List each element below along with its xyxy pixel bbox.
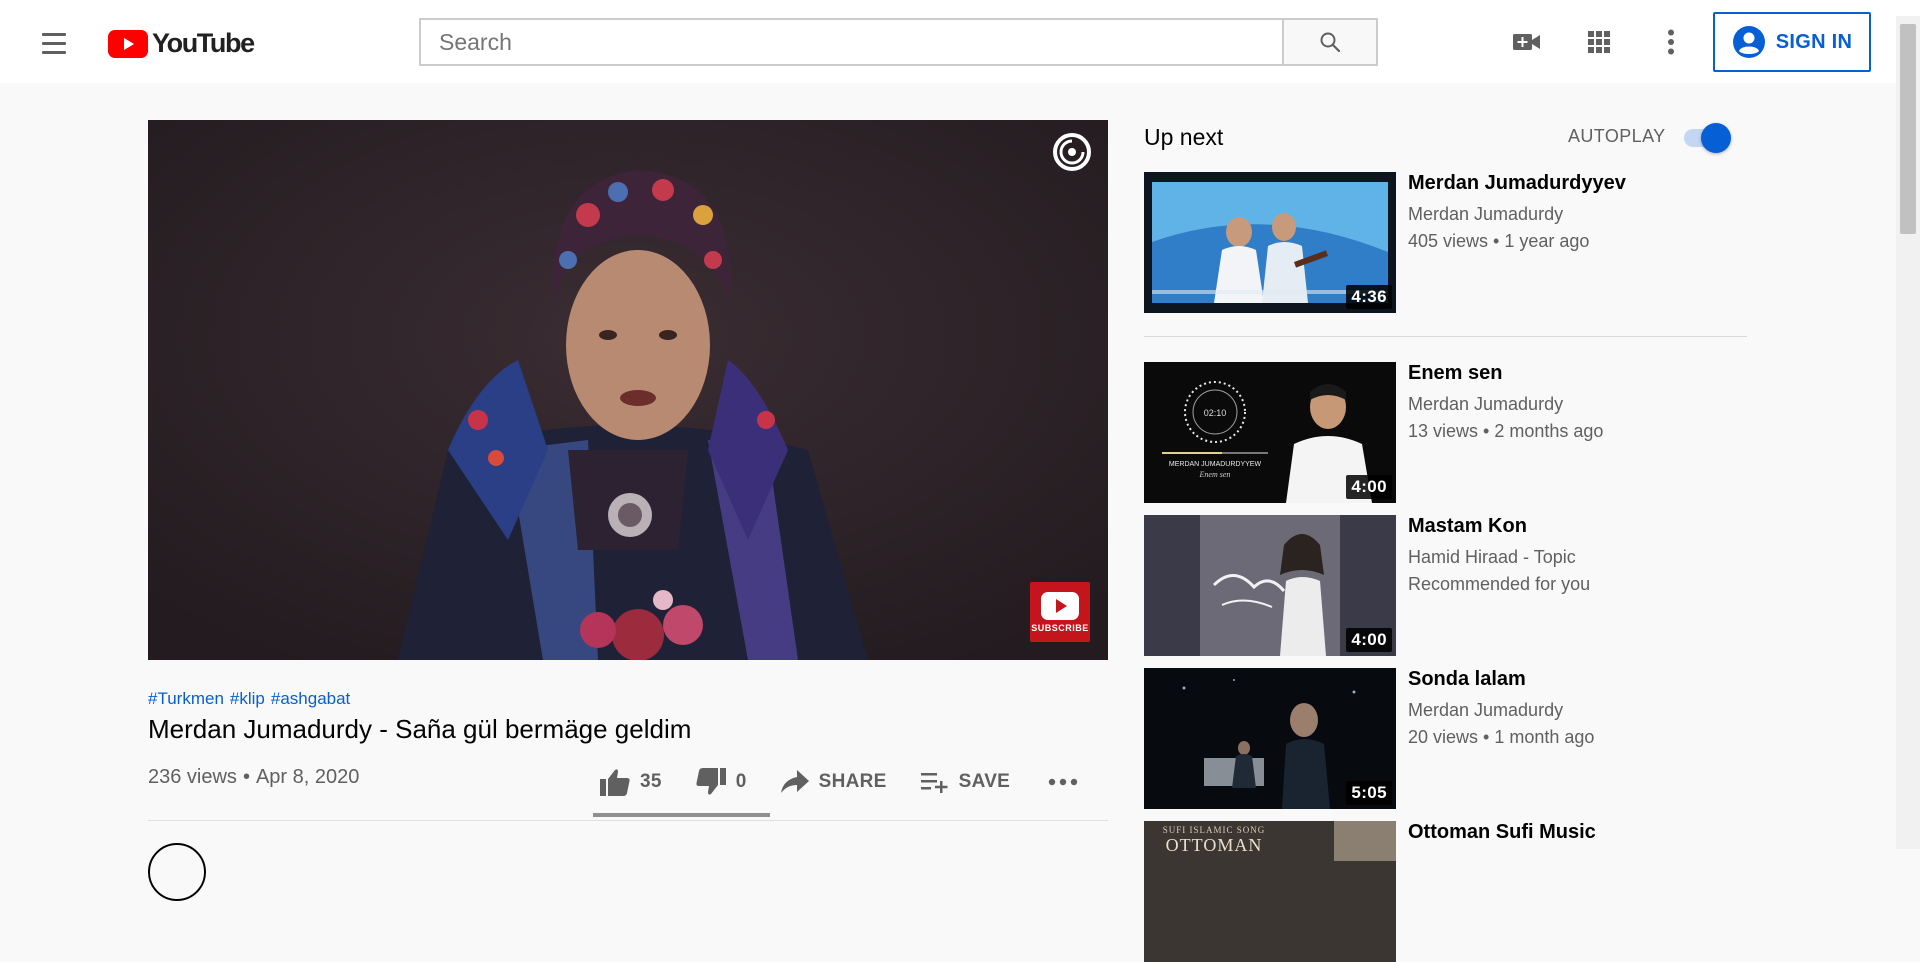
- account-circle-icon: [1732, 26, 1765, 58]
- recommended-video-title[interactable]: Sonda lalam: [1408, 668, 1526, 691]
- video-player[interactable]: [148, 120, 1108, 660]
- search-icon: [1320, 32, 1341, 53]
- subscribe-watermark-label: SUBSCRIBE: [1031, 623, 1089, 633]
- search-button[interactable]: [1282, 18, 1378, 66]
- meta-separator: •: [242, 766, 250, 788]
- video-frame-image: [148, 120, 1108, 660]
- recommended-video[interactable]: SUFI ISLAMIC SONG OTTOMAN Ottoman Sufi M…: [1144, 821, 1744, 962]
- recommended-video-meta: 20 views • 1 month ago: [1408, 727, 1595, 747]
- sentiment-bar: [593, 813, 770, 817]
- youtube-logo[interactable]: YouTube: [108, 28, 255, 59]
- recommended-video-title[interactable]: Mastam Kon: [1408, 515, 1527, 538]
- autoplay-label: AUTOPLAY: [1568, 125, 1666, 146]
- autoplay-toggle[interactable]: [1680, 123, 1731, 153]
- search-input[interactable]: [419, 18, 1282, 66]
- up-next-divider: [1144, 336, 1747, 337]
- page-scrollbar[interactable]: [1896, 16, 1920, 849]
- recommended-video-channel[interactable]: Merdan Jumadurdy: [1408, 700, 1563, 721]
- channel-avatar[interactable]: [148, 843, 206, 901]
- like-count: 35: [640, 771, 662, 792]
- video-title: Merdan Jumadurdy - Saña gül bermäge geld…: [148, 714, 692, 744]
- video-duration: 4:00: [1346, 628, 1392, 652]
- recommended-video-title[interactable]: Ottoman Sufi Music: [1408, 821, 1596, 844]
- upload-date: Apr 8, 2020: [255, 766, 360, 788]
- recommended-video-channel[interactable]: Hamid Hiraad - Topic: [1408, 547, 1576, 568]
- video-duration: 4:36: [1346, 285, 1392, 309]
- share-icon: [780, 770, 809, 793]
- scrollbar-thumb[interactable]: [1900, 24, 1916, 234]
- thumbs-up-icon: [600, 769, 630, 796]
- more-actions-button[interactable]: [1048, 778, 1078, 786]
- recommended-video[interactable]: 4:36 Merdan Jumadurdyyev Merdan Jumadurd…: [1144, 172, 1744, 313]
- video-duration: 4:00: [1346, 475, 1392, 499]
- recommended-video-title[interactable]: Merdan Jumadurdyyev: [1408, 172, 1626, 195]
- recommended-video-meta: Recommended for you: [1408, 574, 1591, 594]
- channel-branding-icon[interactable]: [1052, 132, 1092, 172]
- autoplay-control: AUTOPLAY: [1568, 123, 1731, 153]
- youtube-play-icon: [1041, 592, 1079, 620]
- youtube-play-icon: [108, 29, 148, 58]
- share-button[interactable]: SHARE: [780, 770, 887, 794]
- save-button[interactable]: SAVE: [920, 771, 1011, 793]
- thumbnail-title-text: OTTOMAN: [1166, 835, 1263, 855]
- thumbnail-song-text: Enem sen: [1199, 470, 1231, 479]
- thumbnail-timer-text: 02:10: [1204, 408, 1227, 418]
- hashtag-list: #Turkmen #klip #ashgabat: [148, 689, 350, 709]
- video-duration: 5:05: [1346, 781, 1392, 805]
- share-label: SHARE: [818, 771, 887, 792]
- video-meta: 236 views • Apr 8, 2020: [148, 766, 359, 789]
- logo-text: YouTube: [152, 28, 255, 58]
- like-button[interactable]: 35: [600, 768, 662, 796]
- up-next-heading: Up next: [1144, 124, 1224, 150]
- playlist-add-icon: [920, 773, 948, 793]
- subscribe-watermark-button[interactable]: SUBSCRIBE: [1030, 582, 1090, 642]
- apps-grid-icon: [1588, 31, 1610, 53]
- video-thumbnail[interactable]: 02:10 MERDAN JUMADURDYYEW Enem sen 4:00: [1144, 362, 1396, 503]
- recommended-video-meta: 13 views • 2 months ago: [1408, 421, 1604, 441]
- recommended-video[interactable]: 5:05 Sonda lalam Merdan Jumadurdy 20 vie…: [1144, 668, 1744, 809]
- hashtag-link[interactable]: #klip: [230, 689, 265, 709]
- video-thumbnail[interactable]: 4:36: [1144, 172, 1396, 313]
- view-count: 236 views: [148, 766, 237, 788]
- recommended-video-meta: 405 views • 1 year ago: [1408, 231, 1590, 251]
- recommended-video-channel[interactable]: Merdan Jumadurdy: [1408, 394, 1563, 415]
- hashtag-link[interactable]: #ashgabat: [271, 689, 350, 709]
- video-thumbnail[interactable]: SUFI ISLAMIC SONG OTTOMAN: [1144, 821, 1396, 962]
- thumbs-down-icon: [696, 768, 726, 795]
- hashtag-link[interactable]: #Turkmen: [148, 689, 224, 709]
- dislike-count: 0: [735, 771, 747, 792]
- recommended-video[interactable]: 02:10 MERDAN JUMADURDYYEW Enem sen 4:00 …: [1144, 362, 1744, 503]
- menu-icon[interactable]: [36, 25, 72, 61]
- more-vert-icon: [1668, 29, 1674, 55]
- info-divider: [148, 820, 1108, 821]
- create-video-icon: [1513, 34, 1540, 50]
- recommended-video[interactable]: 4:00 Mastam Kon Hamid Hiraad - Topic Rec…: [1144, 515, 1744, 656]
- sign-in-button[interactable]: SIGN IN: [1713, 12, 1871, 72]
- thumbnail-artist-text: MERDAN JUMADURDYYEW: [1169, 461, 1262, 468]
- search-box: [419, 18, 1378, 66]
- video-thumbnail[interactable]: 4:00: [1144, 515, 1396, 656]
- sign-in-label: SIGN IN: [1775, 30, 1853, 53]
- save-label: SAVE: [958, 771, 1011, 792]
- video-thumbnail[interactable]: 5:05: [1144, 668, 1396, 809]
- apps-button[interactable]: [1581, 24, 1617, 60]
- settings-more-button[interactable]: [1653, 24, 1689, 60]
- video-actions: 35 0 SHARE SAVE: [600, 760, 1112, 804]
- more-horiz-icon: [1048, 778, 1078, 786]
- recommended-video-title[interactable]: Enem sen: [1408, 362, 1502, 385]
- masthead: YouTube Search SIGN IN: [0, 0, 1920, 83]
- recommended-video-channel[interactable]: Merdan Jumadurdy: [1408, 204, 1563, 225]
- create-video-button[interactable]: [1509, 24, 1545, 60]
- dislike-button[interactable]: 0: [696, 768, 747, 796]
- thumbnail-image: SUFI ISLAMIC SONG OTTOMAN: [1144, 821, 1396, 962]
- thumbnail-label-text: SUFI ISLAMIC SONG: [1163, 825, 1266, 835]
